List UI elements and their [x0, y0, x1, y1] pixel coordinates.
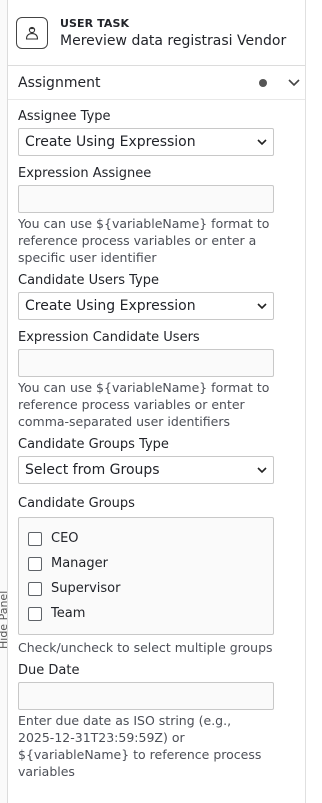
element-name: Mereview data registrasi Vendor [60, 32, 287, 49]
expression-candidate-users-label: Expression Candidate Users [18, 330, 200, 345]
status-dot-icon [259, 78, 267, 87]
user-task-icon [16, 16, 48, 49]
panel-header: USER TASK Mereview data registrasi Vendo… [8, 0, 305, 66]
checkbox-row-manager[interactable]: Manager [28, 551, 273, 576]
checkbox[interactable] [28, 556, 42, 571]
checkbox-row-ceo[interactable]: CEO [28, 526, 273, 551]
checkbox-label: Supervisor [51, 581, 121, 596]
hide-panel-tab[interactable]: Hide Panel [0, 0, 10, 803]
checkbox-label: Manager [51, 556, 108, 571]
assignment-group-header[interactable]: Assignment [8, 66, 305, 100]
help-line: You can use ${variableName} format to [18, 216, 270, 231]
due-date-label: Due Date [18, 663, 80, 678]
panel-scrollbar[interactable] [306, 0, 322, 803]
help-line: comma-separated user identifiers [18, 414, 230, 429]
expression-assignee-input[interactable] [18, 185, 274, 213]
checkbox[interactable] [28, 606, 42, 621]
due-date-input[interactable] [18, 682, 274, 710]
candidate-groups-type-select[interactable]: Select from Groups [18, 456, 274, 484]
checkbox-label: Team [51, 606, 86, 621]
checkbox-label: CEO [51, 531, 79, 546]
expression-assignee-label: Expression Assignee [18, 166, 152, 181]
due-date-help: Enter due date as ISO string (e.g., 2025… [18, 712, 288, 780]
checkbox-row-team[interactable]: Team [28, 601, 273, 626]
candidate-groups-label: Candidate Groups [18, 496, 135, 511]
properties-panel: USER TASK Mereview data registrasi Vendo… [8, 0, 306, 803]
group-title: Assignment [18, 74, 101, 91]
candidate-groups-type-label: Candidate Groups Type [18, 437, 169, 452]
help-line: You can use ${variableName} format to [18, 380, 270, 395]
element-type-label: USER TASK [60, 16, 130, 30]
assignee-type-select[interactable]: Create Using Expression [18, 128, 274, 156]
assignee-type-label: Assignee Type [18, 109, 111, 124]
assignee-type-value: Create Using Expression [25, 134, 196, 150]
candidate-groups-checklist: CEO Manager Supervisor Team [18, 517, 274, 635]
candidate-users-type-label: Candidate Users Type [18, 273, 159, 288]
expression-candidate-users-help: You can use ${variableName} format to re… [18, 379, 288, 430]
help-line: 2025-12-31T23:59:59Z) or [18, 730, 185, 745]
candidate-groups-type-value: Select from Groups [25, 462, 160, 478]
chevron-down-icon [257, 134, 267, 150]
chevron-down-icon [257, 298, 267, 314]
chevron-down-icon[interactable] [287, 76, 301, 90]
checkbox[interactable] [28, 531, 42, 546]
candidate-groups-help: Check/uncheck to select multiple groups [18, 640, 273, 655]
chevron-down-icon [257, 462, 267, 478]
checkbox-row-supervisor[interactable]: Supervisor [28, 576, 273, 601]
assignment-group-body: Assignee Type Create Using Expression Ex… [8, 109, 305, 780]
expression-candidate-users-input[interactable] [18, 349, 274, 377]
checkbox[interactable] [28, 581, 42, 596]
candidate-users-type-select[interactable]: Create Using Expression [18, 292, 274, 320]
expression-assignee-help: You can use ${variableName} format to re… [18, 215, 288, 266]
help-line: reference process variables or enter a [18, 233, 257, 248]
help-line: Enter due date as ISO string (e.g., [18, 713, 232, 728]
help-line: ${variableName} to reference process [18, 747, 262, 762]
candidate-users-type-value: Create Using Expression [25, 298, 196, 314]
help-line: reference process variables or enter [18, 397, 245, 412]
help-line: specific user identifier [18, 250, 157, 265]
help-line: variables [18, 764, 75, 779]
